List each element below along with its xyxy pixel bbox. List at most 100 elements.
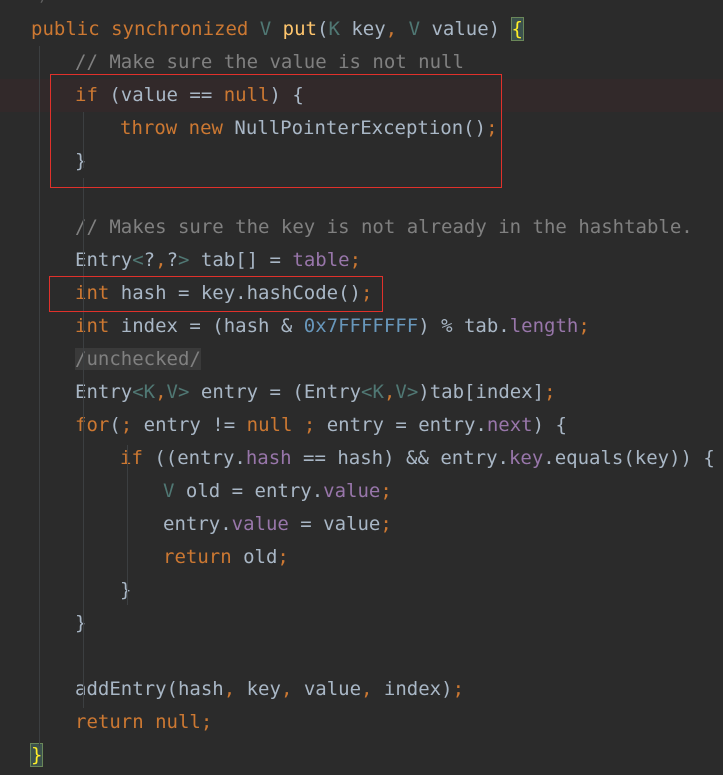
code-token: entry. [163, 513, 232, 535]
code-token: } [120, 579, 132, 601]
code-token: key [351, 18, 386, 40]
code-line: for(; entry != null ; entry = entry.next… [0, 409, 723, 442]
code-token: for [75, 414, 110, 436]
code-token: , [223, 678, 247, 700]
code-line: return null; [0, 706, 723, 739]
code-token: index = (hash & [120, 315, 304, 337]
code-token: null ; [246, 414, 327, 436]
code-token: , [383, 381, 396, 403]
code-token: next [486, 414, 533, 436]
code-token: value [303, 678, 362, 700]
code-token: <K [132, 381, 156, 403]
code-token: value [231, 513, 289, 535]
code-token: ; [380, 480, 392, 502]
code-token: ? [143, 249, 156, 271]
code-token: return null; [75, 711, 213, 733]
code-line-text: } [120, 574, 131, 607]
code-token: if [120, 447, 155, 469]
code-token: ) % tab. [418, 315, 510, 337]
code-token: addEntry(hash [75, 678, 224, 700]
code-line-text: if ((entry.hash == hash) && entry.key.eq… [120, 442, 715, 475]
code-line-text: } [29, 739, 44, 772]
code-token: } [75, 612, 87, 634]
code-line-text: addEntry(hash, key, value, index); [75, 673, 464, 706]
code-line-text: V old = entry.value; [163, 475, 392, 508]
code-line: } [0, 739, 723, 772]
code-token: { [510, 17, 525, 41]
code-line: public synchronized V put(K key, V value… [0, 13, 723, 46]
highlight-box-null-check [50, 74, 502, 188]
code-line: } [0, 607, 723, 640]
code-line-text: return old; [163, 541, 289, 574]
code-token: value) [431, 18, 512, 40]
code-token: ; [452, 678, 465, 700]
code-line: return old; [0, 541, 723, 574]
code-token: // Make sure the value is not null [75, 51, 464, 73]
code-token: entry = (Entry [189, 381, 362, 403]
code-token: ; [277, 546, 289, 568]
code-token: ; [349, 249, 362, 271]
code-token: == hash) && entry. [291, 447, 509, 469]
code-line-text: Entry<?,?> tab[] = table; [75, 244, 361, 277]
code-token: )tab[index] [418, 381, 545, 403]
code-line-text: } [75, 607, 86, 640]
code-token: // Makes sure the key is not already in … [75, 216, 693, 238]
code-token: put [282, 18, 317, 40]
code-token: ; [380, 513, 392, 535]
code-token: key [246, 678, 281, 700]
code-token: length [509, 315, 579, 337]
code-token: entry = entry. [326, 414, 487, 436]
code-token: .equals(key)) { [543, 447, 715, 469]
code-token: old = entry. [185, 480, 324, 502]
code-token: V [408, 18, 432, 40]
code-token: key [508, 447, 544, 469]
code-line: if ((entry.hash == hash) && entry.key.eq… [0, 442, 723, 475]
code-token: <K [361, 381, 384, 403]
code-token: value [323, 480, 381, 502]
scrolled-off-line: */ [30, 0, 49, 5]
code-token: old [243, 546, 278, 568]
code-token: entry != [143, 414, 247, 436]
code-token: ; [120, 414, 144, 436]
code-token: table [292, 249, 350, 271]
code-line: int index = (hash & 0x7FFFFFFF) % tab.le… [0, 310, 723, 343]
code-token: V> [166, 381, 190, 403]
code-token: ) { [532, 414, 567, 436]
code-token: , [155, 381, 167, 403]
code-token: return [163, 546, 244, 568]
indent-guide [83, 178, 84, 708]
code-token: } [29, 743, 44, 767]
code-line: Entry<K,V> entry = (Entry<K,V>)tab[index… [0, 376, 723, 409]
highlight-box-hashcode [49, 276, 383, 312]
code-line-text: return null; [75, 706, 212, 739]
code-token: ? [166, 249, 179, 271]
code-token: , [385, 18, 409, 40]
code-token: V [259, 18, 283, 40]
indent-guide [127, 445, 128, 605]
code-token: ( [317, 18, 329, 40]
indent-guide [39, 46, 40, 746]
code-token: , [280, 678, 304, 700]
code-token: ((entry. [154, 447, 246, 469]
code-token: K [328, 18, 352, 40]
code-token: V [163, 480, 186, 502]
code-token: hash [245, 447, 292, 469]
code-token: ( [109, 414, 121, 436]
code-token: , [361, 678, 384, 700]
code-line-text: // Makes sure the key is not already in … [75, 211, 693, 244]
code-token: public synchronized [31, 18, 260, 40]
code-line: addEntry(hash, key, value, index); [0, 673, 723, 706]
code-token: 0x7FFFFFFF [303, 315, 419, 337]
code-line: entry.value = value; [0, 508, 723, 541]
code-line-text: Entry<K,V> entry = (Entry<K,V>)tab[index… [75, 376, 556, 409]
code-token: ; [544, 381, 556, 403]
code-token: , [155, 249, 167, 271]
code-line-text: /unchecked/ [75, 343, 201, 376]
code-line-text: int index = (hash & 0x7FFFFFFF) % tab.le… [75, 310, 590, 343]
code-token: tab[] = [189, 249, 293, 271]
code-token: = value [288, 513, 381, 535]
code-token: > [178, 249, 190, 271]
code-editor[interactable]: */ public synchronized V put(K key, V va… [0, 0, 723, 775]
code-line-text: entry.value = value; [163, 508, 392, 541]
